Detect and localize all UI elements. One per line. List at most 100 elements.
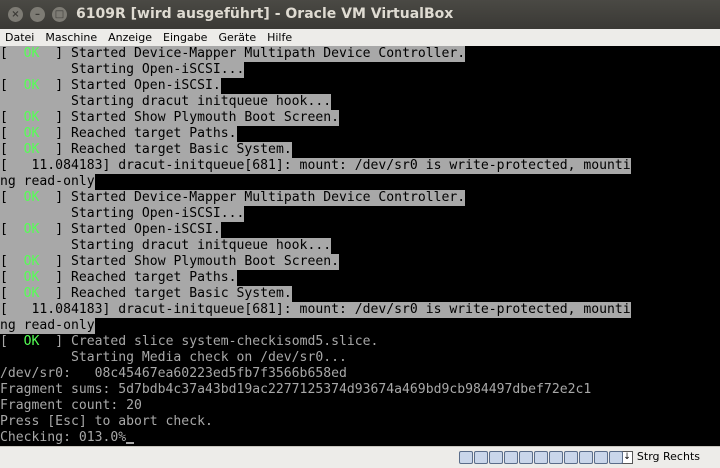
console-line: [ OK ] Started Show Plymouth Boot Screen… <box>0 110 340 126</box>
console-line: [ OK ] Started Open-iSCSI. <box>0 222 221 238</box>
console-line-text: /dev/sr0: 08c45467ea60223ed5fb7f3566b658… <box>0 366 347 381</box>
status-bracket-open: [ <box>0 286 8 301</box>
status-bracket-open: [ <box>0 222 8 237</box>
console-line-text: Starting Media check on /dev/sr0... <box>0 350 347 365</box>
console-line: Starting Open-iSCSI... <box>0 206 245 222</box>
menu-item-eingabe[interactable]: Eingabe <box>158 29 213 45</box>
ok-status: OK <box>7 270 56 285</box>
menu-item-datei[interactable]: Datei <box>0 29 40 45</box>
ok-status: OK <box>7 334 56 349</box>
console-line: Checking: 013.0% <box>0 430 135 446</box>
console-line-text: Reached target Basic System. <box>63 286 292 301</box>
console-line: Fragment sums: 5d7bdb4c37a43bd19ac227712… <box>0 382 591 398</box>
console-line: [ OK ] Created slice system-checkisomd5.… <box>0 334 378 350</box>
console-line-text: Started Show Plymouth Boot Screen. <box>63 254 340 269</box>
console-line: Fragment count: 20 <box>0 398 142 414</box>
console-line: [ OK ] Started Open-iSCSI. <box>0 78 221 94</box>
text-cursor <box>126 442 135 444</box>
console-line-text: Starting dracut initqueue hook... <box>0 238 332 253</box>
ok-status: OK <box>7 126 56 141</box>
console-line: Starting Open-iSCSI... <box>0 62 245 78</box>
console-line-text: Started Device-Mapper Multipath Device C… <box>63 190 466 205</box>
console-line: Starting dracut initqueue hook... <box>0 94 332 110</box>
console-line: [ 11.084183] dracut-initqueue[681]: moun… <box>0 158 631 174</box>
status-bracket-close: ] <box>55 78 64 93</box>
window-titlebar[interactable]: × – □ 6109R [wird ausgeführt] - Oracle V… <box>0 0 720 29</box>
console-line-text: Reached target Basic System. <box>63 142 292 157</box>
console-line-text: Reached target Paths. <box>63 126 237 141</box>
status-bracket-open: [ <box>0 190 8 205</box>
console-line-text: Started Open-iSCSI. <box>63 222 221 237</box>
window-title: 6109R [wird ausgeführt] - Oracle VM Virt… <box>76 6 454 22</box>
console-line-text: Fragment count: 20 <box>0 398 142 413</box>
console-line-text: [ 11.084183] dracut-initqueue[681]: moun… <box>0 302 631 317</box>
vm-console-screen[interactable]: [ OK ] Started Device-Mapper Multipath D… <box>0 46 720 446</box>
ok-status: OK <box>7 46 56 61</box>
status-bracket-open: [ <box>0 110 8 125</box>
console-line-text: Started Open-iSCSI. <box>63 78 221 93</box>
status-bracket-close: ] <box>55 334 64 349</box>
hard-disk-icon[interactable] <box>459 451 473 464</box>
console-line: [ 11.084183] dracut-initqueue[681]: moun… <box>0 302 631 318</box>
console-line: /dev/sr0: 08c45467ea60223ed5fb7f3566b658… <box>0 366 347 382</box>
status-bar: ↓ Strg Rechts <box>0 446 720 468</box>
ok-status: OK <box>7 222 56 237</box>
console-line-text: ng read-only <box>0 174 95 189</box>
menu-item-geräte[interactable]: Geräte <box>213 29 262 45</box>
status-bracket-open: [ <box>0 46 8 61</box>
console-line-text: ng read-only <box>0 318 95 333</box>
ok-status: OK <box>7 142 56 157</box>
status-bracket-open: [ <box>0 270 8 285</box>
close-window-button[interactable]: × <box>8 7 23 22</box>
console-line-text: Reached target Paths. <box>63 270 237 285</box>
console-line-text: Started Device-Mapper Multipath Device C… <box>63 46 466 61</box>
status-bracket-close: ] <box>55 126 64 141</box>
ok-status: OK <box>7 190 56 205</box>
console-line-text: Created slice system-checkisomd5.slice. <box>63 334 379 349</box>
network-icon[interactable] <box>504 451 518 464</box>
maximize-window-button[interactable]: □ <box>52 7 67 22</box>
status-bracket-open: [ <box>0 254 8 269</box>
host-key-label: Strg Rechts <box>636 450 700 463</box>
console-line: [ OK ] Reached target Basic System. <box>0 286 292 302</box>
console-line: [ OK ] Reached target Basic System. <box>0 142 292 158</box>
usb-icon[interactable] <box>519 451 533 464</box>
console-line: ng read-only <box>0 318 95 334</box>
shared-folders-icon[interactable] <box>534 451 548 464</box>
console-line: [ OK ] Started Device-Mapper Multipath D… <box>0 190 466 206</box>
keyboard-icon[interactable] <box>609 451 623 464</box>
status-bracket-close: ] <box>55 286 64 301</box>
ok-status: OK <box>7 110 56 125</box>
menu-item-anzeige[interactable]: Anzeige <box>103 29 158 45</box>
status-bracket-close: ] <box>55 270 64 285</box>
console-line: [ OK ] Reached target Paths. <box>0 126 237 142</box>
status-bracket-close: ] <box>55 46 64 61</box>
menu-item-hilfe[interactable]: Hilfe <box>262 29 298 45</box>
console-line: [ OK ] Reached target Paths. <box>0 270 237 286</box>
status-bracket-close: ] <box>55 142 64 157</box>
console-line: Starting dracut initqueue hook... <box>0 238 332 254</box>
status-bracket-open: [ <box>0 334 8 349</box>
console-line: [ OK ] Started Device-Mapper Multipath D… <box>0 46 466 62</box>
console-line: [ OK ] Started Show Plymouth Boot Screen… <box>0 254 340 270</box>
minimize-window-button[interactable]: – <box>30 7 45 22</box>
ok-status: OK <box>7 286 56 301</box>
cpu-icon[interactable] <box>579 451 593 464</box>
menu-item-maschine[interactable]: Maschine <box>40 29 103 45</box>
audio-icon[interactable] <box>489 451 503 464</box>
console-line-text: Started Show Plymouth Boot Screen. <box>63 110 340 125</box>
console-line-text: Starting Open-iSCSI... <box>0 62 245 77</box>
ok-status: OK <box>7 254 56 269</box>
video-capture-icon[interactable] <box>564 451 578 464</box>
status-bracket-close: ] <box>55 110 64 125</box>
status-bracket-open: [ <box>0 126 8 141</box>
display-icon[interactable] <box>549 451 563 464</box>
console-line-text: Checking: 013.0% <box>0 430 127 445</box>
status-bracket-open: [ <box>0 142 8 157</box>
status-bracket-close: ] <box>55 254 64 269</box>
console-line: Press [Esc] to abort check. <box>0 414 213 430</box>
mouse-integration-icon[interactable] <box>594 451 608 464</box>
status-bracket-close: ] <box>55 190 64 205</box>
optical-drive-icon[interactable] <box>474 451 488 464</box>
console-line: Starting Media check on /dev/sr0... <box>0 350 347 366</box>
